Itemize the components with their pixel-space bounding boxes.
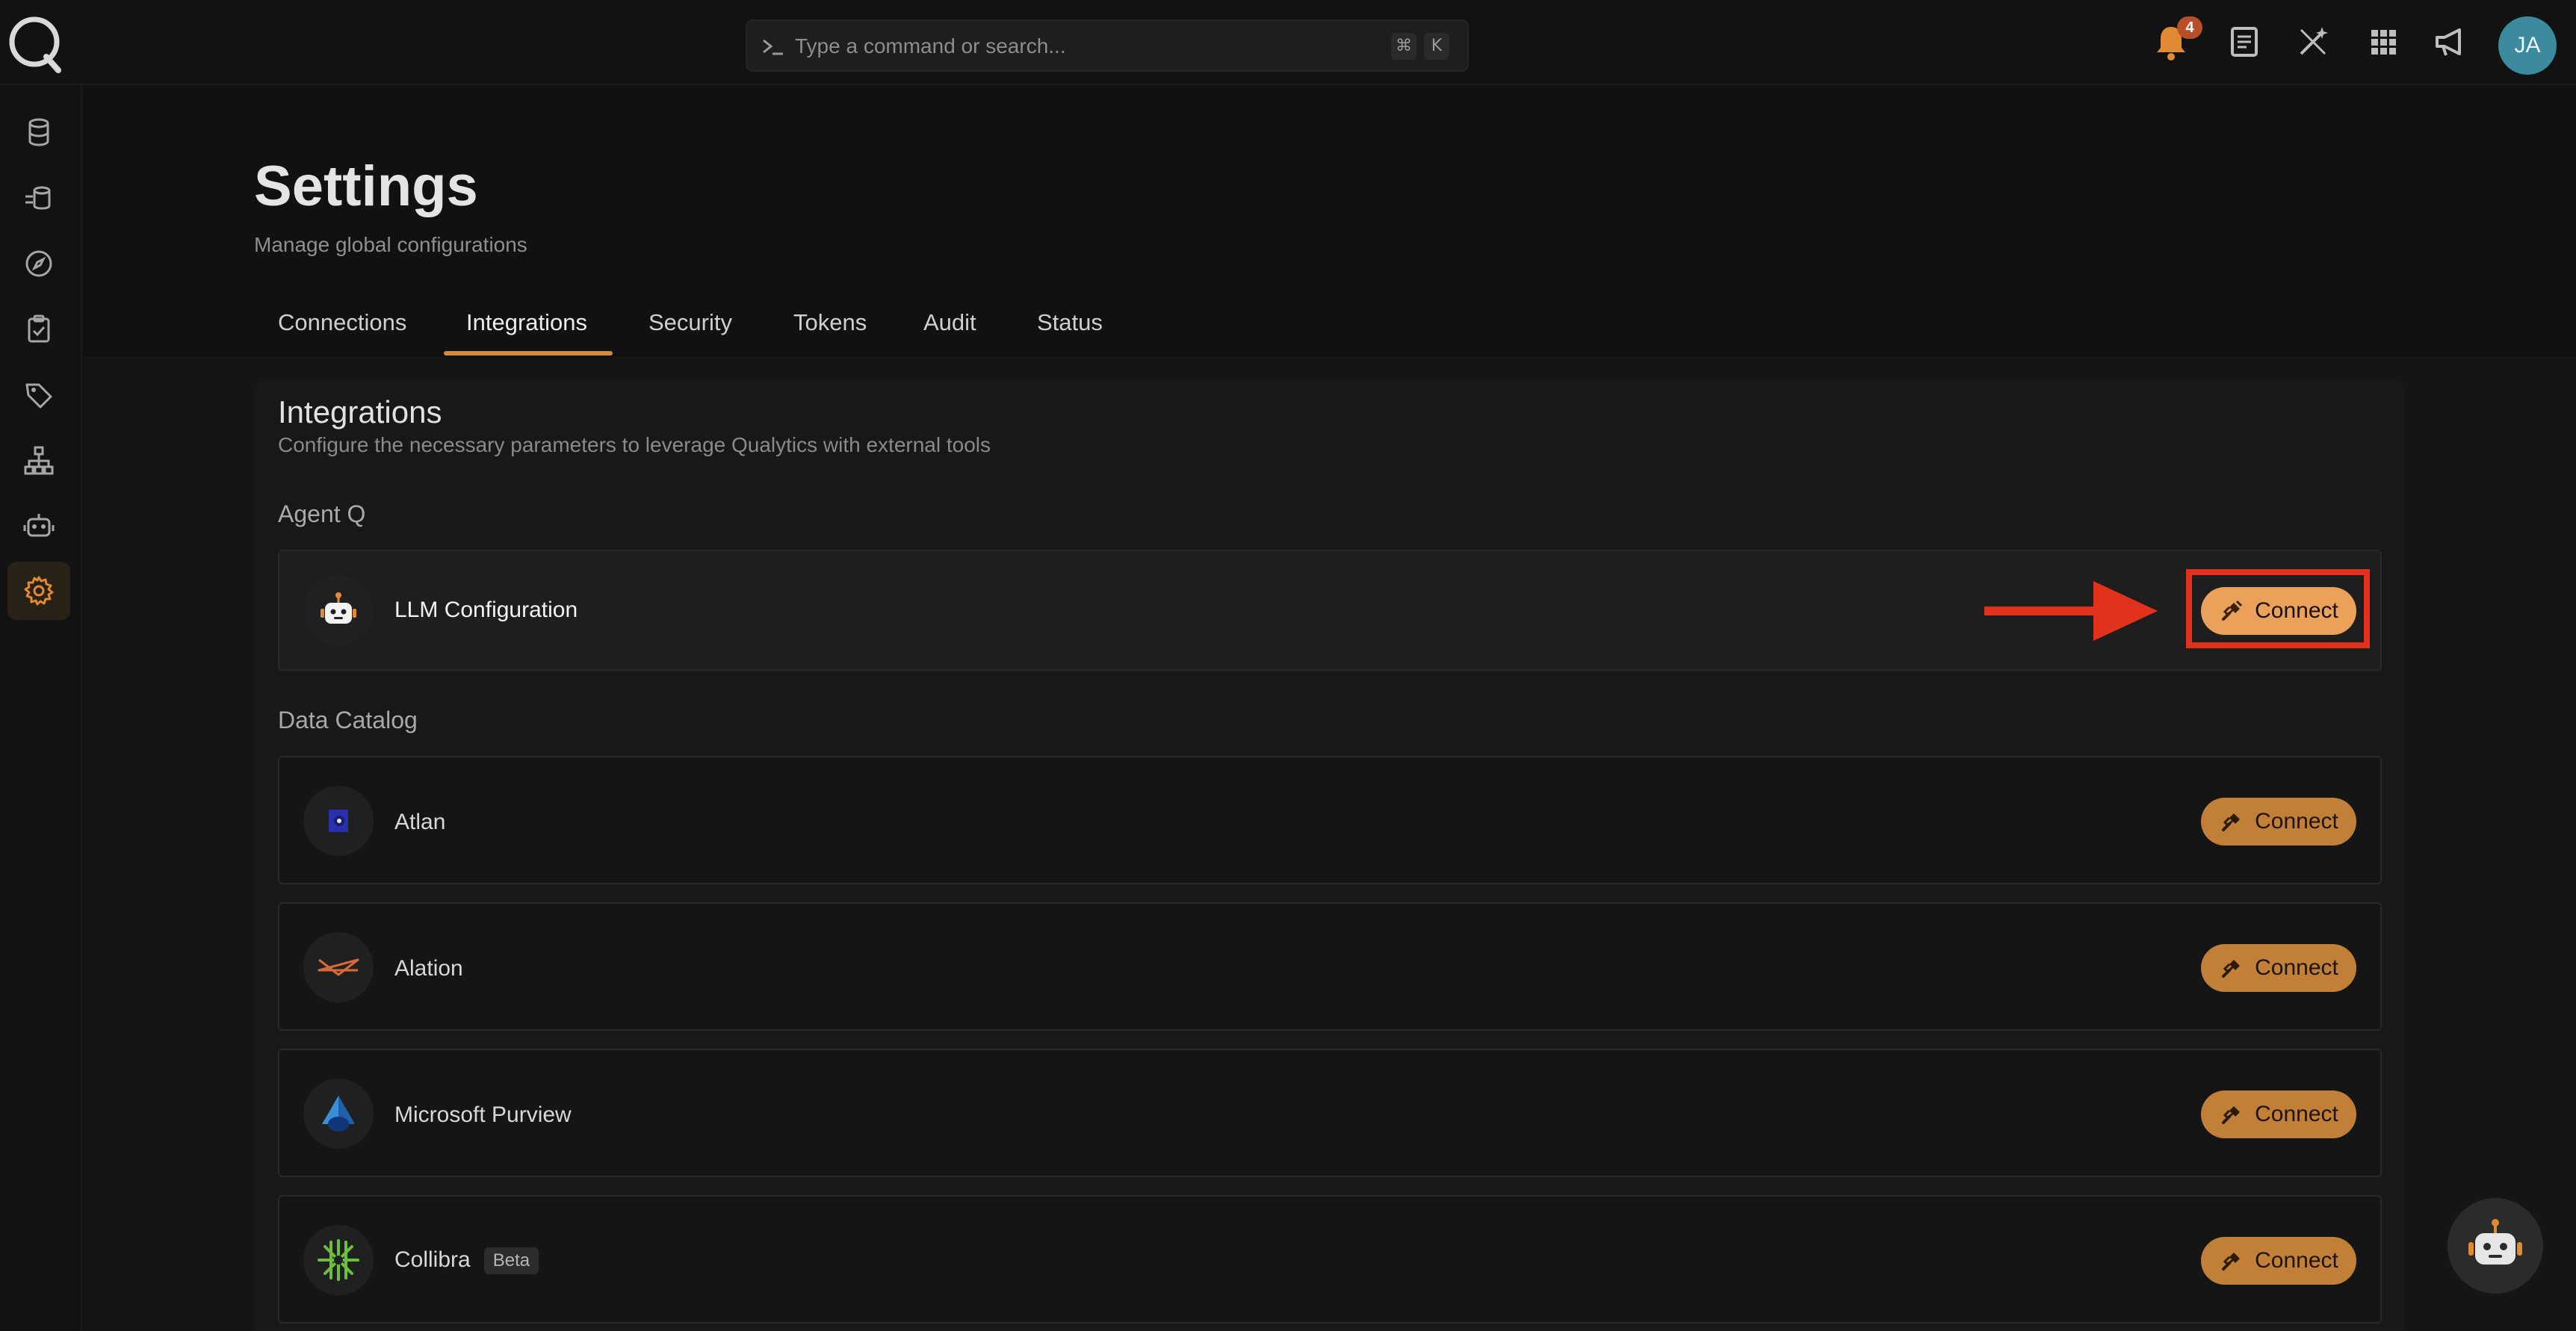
connect-label-alation: Connect xyxy=(2255,955,2338,980)
connect-label-purview: Connect xyxy=(2255,1102,2338,1126)
active-tab-indicator xyxy=(444,351,613,356)
purview-logo-icon xyxy=(303,1079,374,1149)
alation-logo-icon xyxy=(303,932,374,1002)
sidebar-item-enrichment[interactable] xyxy=(7,169,70,227)
plug-icon xyxy=(2222,960,2241,978)
magic-wand-icon[interactable] xyxy=(2291,19,2335,64)
gear-icon xyxy=(24,576,54,606)
sidebar-item-tags[interactable] xyxy=(7,366,70,424)
megaphone-icon[interactable] xyxy=(2428,19,2473,64)
tag-icon xyxy=(25,383,52,409)
plug-icon xyxy=(2222,1253,2241,1270)
integration-name-alation: Alation xyxy=(394,956,463,981)
tab-security[interactable]: Security xyxy=(648,309,732,336)
integration-card-alation: Alation Connect xyxy=(278,902,2382,1031)
connect-button-alation[interactable]: Connect xyxy=(2201,944,2356,992)
terminal-prompt-icon xyxy=(763,39,783,55)
integration-name-atlan: Atlan xyxy=(394,810,446,834)
assistant-robot-icon xyxy=(2468,1219,2522,1265)
sidebar-item-explore[interactable] xyxy=(7,235,70,293)
integration-name-collibra: Collibra Beta xyxy=(394,1247,539,1275)
tab-tokens[interactable]: Tokens xyxy=(793,309,867,336)
page-subtitle: Manage global configurations xyxy=(254,233,527,256)
plug-icon xyxy=(2222,813,2241,831)
llm-robot-icon xyxy=(303,575,374,645)
sidebar-item-hierarchy[interactable] xyxy=(7,432,70,490)
notification-badge: 4 xyxy=(2177,16,2202,39)
shortcut-k-key: K xyxy=(1424,33,1449,60)
sidebar-item-checks[interactable] xyxy=(7,300,70,359)
user-avatar[interactable]: JA xyxy=(2498,16,2557,75)
panel-description: Configure the necessary parameters to le… xyxy=(278,433,991,456)
collibra-name-text: Collibra xyxy=(394,1247,471,1272)
tab-audit[interactable]: Audit xyxy=(923,309,976,336)
connect-button-collibra[interactable]: Connect xyxy=(2201,1237,2356,1285)
beta-badge: Beta xyxy=(483,1247,539,1275)
left-sidebar xyxy=(0,85,82,1331)
compass-icon xyxy=(25,250,52,277)
database-icon xyxy=(28,118,49,146)
panel-title: Integrations xyxy=(278,394,442,429)
clipboard-check-icon xyxy=(28,314,50,343)
integration-name-purview: Microsoft Purview xyxy=(394,1102,572,1127)
robot-icon xyxy=(23,514,55,537)
collibra-logo-icon xyxy=(303,1225,374,1295)
connect-button-atlan[interactable]: Connect xyxy=(2201,798,2356,846)
shortcut-mod-key: ⌘ xyxy=(1391,33,1417,60)
settings-header xyxy=(84,85,2576,357)
section-label-agent-q: Agent Q xyxy=(278,500,366,527)
tab-integrations[interactable]: Integrations xyxy=(466,309,587,336)
tab-status[interactable]: Status xyxy=(1037,309,1103,336)
sidebar-item-settings[interactable] xyxy=(7,562,70,620)
tab-connections[interactable]: Connections xyxy=(278,309,406,336)
connect-label-collibra: Connect xyxy=(2255,1248,2338,1273)
integration-card-collibra: Collibra Beta Connect xyxy=(278,1195,2382,1324)
integration-card-purview: Microsoft Purview Connect xyxy=(278,1049,2382,1177)
sidebar-item-agent[interactable] xyxy=(7,497,70,556)
assistant-button[interactable] xyxy=(2447,1198,2543,1294)
annotation-highlight-box xyxy=(2186,569,2370,648)
document-icon[interactable] xyxy=(2222,19,2267,64)
integration-card-atlan: Atlan Connect xyxy=(278,756,2382,884)
section-label-data-catalog: Data Catalog xyxy=(278,707,418,733)
command-search-bar[interactable]: Type a command or search... ⌘ K xyxy=(746,19,1469,72)
qualytics-logo-icon[interactable] xyxy=(7,13,64,73)
plug-icon xyxy=(2222,1106,2241,1124)
top-bar: Type a command or search... ⌘ K 4 JA xyxy=(0,0,2576,85)
sidebar-item-datastores[interactable] xyxy=(7,103,70,161)
annotation-arrow-icon xyxy=(1984,581,2158,641)
apps-grid-icon[interactable] xyxy=(2361,19,2406,64)
database-flow-icon xyxy=(25,186,51,210)
hierarchy-icon xyxy=(24,446,54,475)
connect-label-atlan: Connect xyxy=(2255,809,2338,834)
page-title: Settings xyxy=(254,155,478,218)
search-placeholder: Type a command or search... xyxy=(795,34,1066,58)
atlan-logo-icon xyxy=(303,786,374,856)
connect-button-purview[interactable]: Connect xyxy=(2201,1090,2356,1138)
integration-name-llm: LLM Configuration xyxy=(394,598,578,622)
